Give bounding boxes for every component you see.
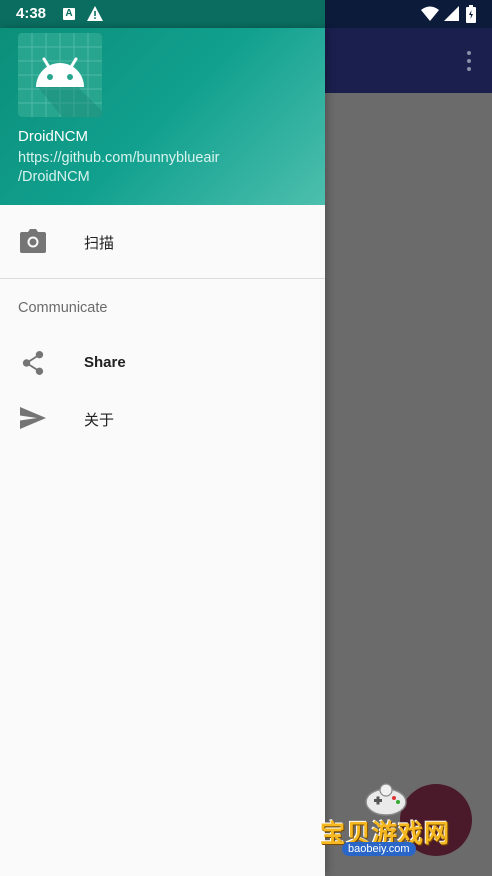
nav-item-label: 扫描: [84, 235, 115, 252]
signal-icon: [444, 6, 459, 21]
nav-item-scan[interactable]: 扫描: [0, 213, 325, 269]
status-time: 4:38: [16, 5, 47, 22]
header-app-name: DroidNCM: [18, 128, 89, 145]
drawer-header: DroidNCM https://github.com/bunnyblueair…: [0, 28, 325, 205]
drawer-divider: [0, 278, 325, 279]
nav-item-share[interactable]: Share: [0, 335, 325, 391]
wifi-icon: [421, 6, 439, 21]
nav-item-about[interactable]: 关于: [0, 390, 325, 446]
share-icon: [22, 351, 44, 375]
more-options-icon[interactable]: [466, 51, 472, 73]
a-notification-icon: A: [63, 8, 75, 20]
android-logo-icon: [18, 33, 102, 117]
nav-item-label: 关于: [84, 412, 115, 429]
gamepad-icon: [365, 783, 407, 816]
camera-icon: [20, 229, 46, 253]
status-bar-drawer-overlay: [0, 0, 325, 28]
battery-icon: [466, 5, 476, 23]
nav-item-label: Share: [84, 354, 126, 371]
watermark-logo: 宝贝游戏网 baobeiy.com: [314, 778, 464, 858]
header-repo-url: https://github.com/bunnyblueair /DroidNC…: [18, 150, 220, 185]
watermark-url: baobeiy.com: [342, 842, 416, 856]
navigation-drawer: DroidNCM https://github.com/bunnyblueair…: [0, 28, 325, 876]
warning-icon: [87, 6, 103, 21]
send-icon: [20, 407, 46, 429]
status-bar: 4:38 A: [0, 0, 492, 28]
section-header-communicate: Communicate: [18, 300, 108, 316]
